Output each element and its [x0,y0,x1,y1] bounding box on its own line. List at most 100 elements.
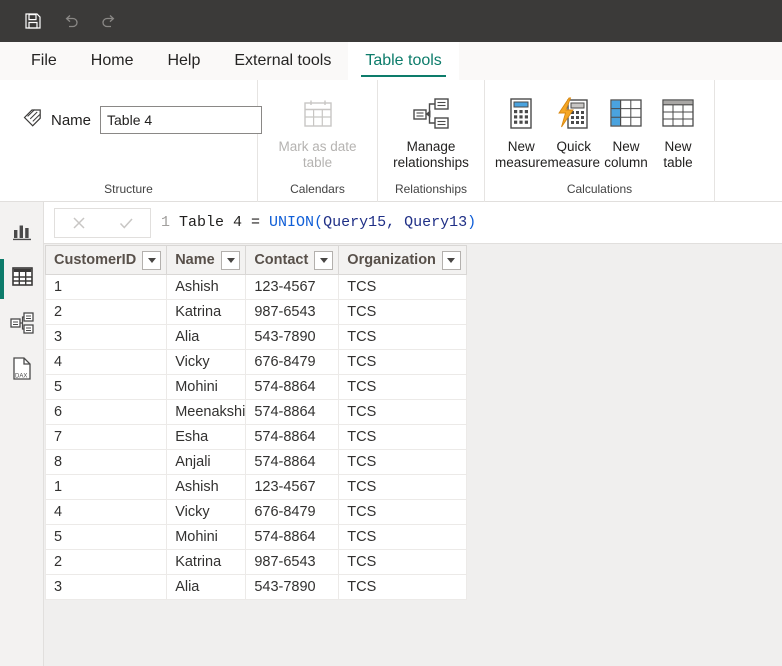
table-row[interactable]: 7Esha574-8864TCS [46,425,467,450]
table-cell-contact[interactable]: 123-4567 [246,475,339,500]
table-row[interactable]: 4Vicky676-8479TCS [46,350,467,375]
tab-external-tools[interactable]: External tools [217,42,348,80]
table-row[interactable]: 4Vicky676-8479TCS [46,500,467,525]
table-cell-customerid[interactable]: 8 [46,450,167,475]
table-cell-contact[interactable]: 987-6543 [246,550,339,575]
dax-expression[interactable]: 1 Table 4 = UNION(Query15, Query13) [161,214,476,231]
chevron-down-icon [447,258,455,263]
table-cell-customerid[interactable]: 4 [46,350,167,375]
table-cell-contact[interactable]: 543-7890 [246,325,339,350]
table-cell-organization[interactable]: TCS [339,575,467,600]
table-row[interactable]: 6Meenakshi574-8864TCS [46,400,467,425]
table-cell-customerid[interactable]: 7 [46,425,167,450]
new-column-button[interactable]: New column [600,91,652,171]
sidebar-item-report-view[interactable] [0,210,44,256]
cancel-formula-button[interactable] [59,210,99,236]
table-cell-name[interactable]: Vicky [167,350,246,375]
table-cell-name[interactable]: Katrina [167,300,246,325]
table-row[interactable]: 1Ashish123-4567TCS [46,475,467,500]
table-cell-customerid[interactable]: 5 [46,375,167,400]
sidebar-item-model-view[interactable] [0,302,44,348]
table-cell-customerid[interactable]: 3 [46,325,167,350]
header-row: CustomerID Name Contact [46,246,467,275]
undo-button[interactable] [54,6,88,36]
table-row[interactable]: 5Mohini574-8864TCS [46,375,467,400]
column-filter-button-contact[interactable] [314,251,333,270]
column-header-contact[interactable]: Contact [246,246,339,275]
manage-relationships-button[interactable]: Manage relationships [388,91,474,171]
table-cell-customerid[interactable]: 6 [46,400,167,425]
table-cell-organization[interactable]: TCS [339,475,467,500]
table-cell-contact[interactable]: 574-8864 [246,375,339,400]
table-cell-customerid[interactable]: 3 [46,575,167,600]
table-cell-organization[interactable]: TCS [339,350,467,375]
table-row[interactable]: 2Katrina987-6543TCS [46,550,467,575]
table-cell-customerid[interactable]: 1 [46,475,167,500]
table-cell-name[interactable]: Anjali [167,450,246,475]
table-cell-organization[interactable]: TCS [339,375,467,400]
table-cell-name[interactable]: Ashish [167,475,246,500]
table-cell-contact[interactable]: 123-4567 [246,275,339,300]
tab-table-tools[interactable]: Table tools [348,42,459,80]
table-row[interactable]: 5Mohini574-8864TCS [46,525,467,550]
table-cell-organization[interactable]: TCS [339,500,467,525]
table-cell-contact[interactable]: 574-8864 [246,450,339,475]
redo-button[interactable] [92,6,126,36]
table-cell-contact[interactable]: 574-8864 [246,400,339,425]
tab-help[interactable]: Help [150,42,217,80]
table-cell-contact[interactable]: 574-8864 [246,525,339,550]
quick-measure-button[interactable]: Quick measure [548,91,601,171]
table-cell-organization[interactable]: TCS [339,550,467,575]
column-filter-button-name[interactable] [221,251,240,270]
table-cell-name[interactable]: Alia [167,325,246,350]
table-row[interactable]: 3Alia543-7890TCS [46,575,467,600]
table-cell-name[interactable]: Katrina [167,550,246,575]
table-name-input[interactable] [100,106,262,134]
column-filter-button-customerid[interactable] [142,251,161,270]
table-cell-contact[interactable]: 676-8479 [246,500,339,525]
lightning-calculator-icon [556,93,592,135]
table-cell-organization[interactable]: TCS [339,450,467,475]
table-cell-name[interactable]: Meenakshi [167,400,246,425]
table-cell-customerid[interactable]: 1 [46,275,167,300]
sidebar-item-dax-query-view[interactable]: DAX [0,348,44,394]
mark-as-date-table-button[interactable]: Mark as date table [272,91,364,171]
table-cell-name[interactable]: Vicky [167,500,246,525]
sidebar-item-data-view[interactable] [0,256,44,302]
save-button[interactable] [16,6,50,36]
new-measure-button[interactable]: New measure [495,91,548,171]
table-cell-organization[interactable]: TCS [339,400,467,425]
table-cell-name[interactable]: Mohini [167,525,246,550]
table-row[interactable]: 2Katrina987-6543TCS [46,300,467,325]
table-cell-customerid[interactable]: 2 [46,300,167,325]
table-cell-contact[interactable]: 574-8864 [246,425,339,450]
table-cell-organization[interactable]: TCS [339,275,467,300]
table-row[interactable]: 8Anjali574-8864TCS [46,450,467,475]
tab-home[interactable]: Home [74,42,151,80]
commit-formula-button[interactable] [106,210,146,236]
table-cell-name[interactable]: Alia [167,575,246,600]
table-cell-name[interactable]: Ashish [167,275,246,300]
column-filter-button-organization[interactable] [442,251,461,270]
table-cell-contact[interactable]: 987-6543 [246,300,339,325]
table-cell-customerid[interactable]: 4 [46,500,167,525]
table-cell-organization[interactable]: TCS [339,425,467,450]
table-cell-organization[interactable]: TCS [339,525,467,550]
table-row[interactable]: 1Ashish123-4567TCS [46,275,467,300]
table-cell-organization[interactable]: TCS [339,325,467,350]
new-table-button[interactable]: New table [652,91,704,171]
table-cell-organization[interactable]: TCS [339,300,467,325]
column-header-organization[interactable]: Organization [339,246,467,275]
table-cell-customerid[interactable]: 2 [46,550,167,575]
tab-home-label: Home [91,52,134,70]
table-cell-name[interactable]: Mohini [167,375,246,400]
ribbon-spacer [715,80,782,202]
table-cell-contact[interactable]: 543-7890 [246,575,339,600]
table-cell-name[interactable]: Esha [167,425,246,450]
table-cell-customerid[interactable]: 5 [46,525,167,550]
column-header-name[interactable]: Name [167,246,246,275]
table-row[interactable]: 3Alia543-7890TCS [46,325,467,350]
column-header-customerid[interactable]: CustomerID [46,246,167,275]
table-cell-contact[interactable]: 676-8479 [246,350,339,375]
tab-file[interactable]: File [14,42,74,80]
